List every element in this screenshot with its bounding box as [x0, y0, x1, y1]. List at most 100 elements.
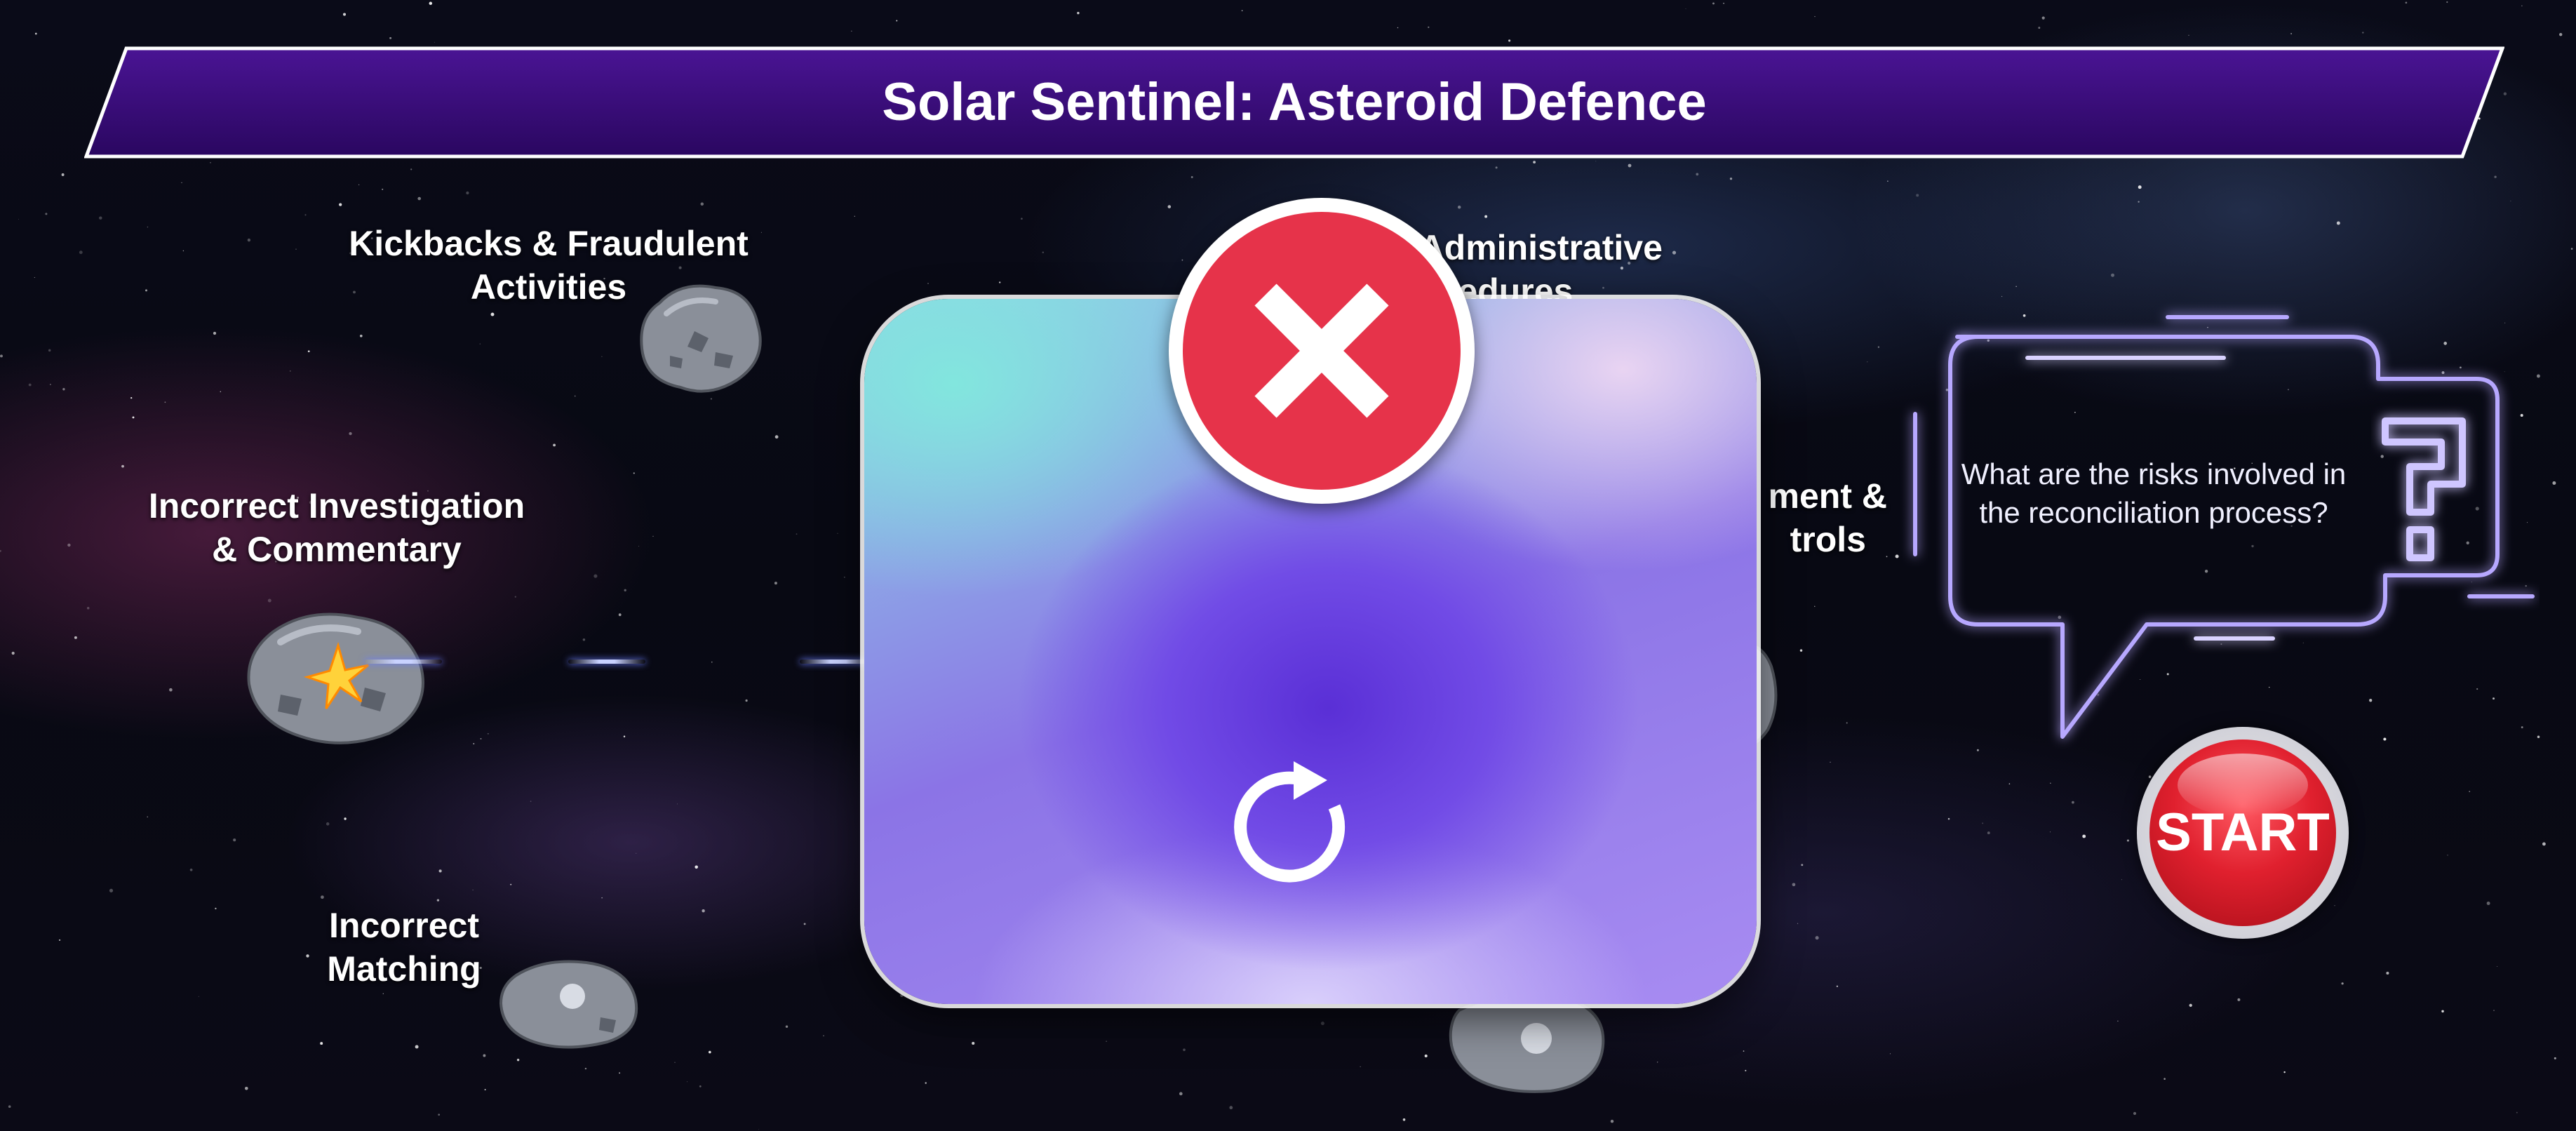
star	[342, 13, 347, 16]
star	[86, 607, 90, 610]
star	[181, 182, 182, 183]
close-button[interactable]	[1169, 198, 1475, 504]
star	[1484, 215, 1488, 218]
star	[584, 1067, 587, 1070]
star	[2542, 842, 2546, 846]
star	[1241, 10, 1243, 11]
star	[1743, 1050, 1745, 1052]
asteroid-hit-icon[interactable]	[239, 603, 435, 751]
star	[796, 533, 798, 535]
star	[490, 312, 495, 316]
star	[2290, 33, 2293, 34]
star	[2008, 783, 2011, 785]
star	[1533, 161, 1536, 164]
asteroid-icon[interactable]	[1445, 989, 1614, 1095]
star	[1712, 2, 1715, 5]
asteroid-label: Incorrect Investigation & Commentary	[126, 484, 547, 571]
asteroid-icon[interactable]	[495, 954, 643, 1050]
star	[2559, 33, 2563, 36]
question-mark-icon	[2382, 417, 2466, 561]
laser-bolt	[568, 660, 645, 664]
star	[1815, 936, 1819, 940]
star	[2072, 801, 2074, 804]
star	[774, 435, 779, 439]
star	[8, 1105, 11, 1108]
star	[438, 1113, 441, 1116]
star	[2516, 1111, 2518, 1113]
star	[2138, 185, 2142, 189]
star	[652, 535, 654, 537]
star	[854, 215, 855, 217]
star	[99, 216, 102, 220]
star	[1982, 822, 1984, 824]
star	[530, 801, 532, 802]
star	[487, 732, 489, 735]
star	[480, 737, 482, 740]
star	[132, 416, 135, 419]
star	[307, 350, 310, 353]
star	[999, 281, 1001, 283]
star	[699, 1085, 702, 1088]
star	[169, 688, 173, 692]
star	[851, 30, 852, 32]
star	[2041, 16, 2045, 20]
star	[2237, 998, 2241, 1001]
star	[1508, 39, 1511, 42]
retry-button[interactable]	[1229, 758, 1369, 898]
star	[1801, 864, 1804, 866]
star	[1696, 173, 1699, 176]
star	[1495, 166, 1498, 169]
star	[326, 822, 330, 826]
star	[1947, 817, 1950, 820]
star	[415, 1045, 419, 1049]
star	[514, 596, 516, 598]
star	[11, 651, 15, 655]
star	[2486, 902, 2490, 905]
star	[1397, 27, 1399, 29]
star	[244, 1086, 248, 1090]
star	[601, 356, 603, 357]
star	[785, 1025, 789, 1028]
asteroid-icon[interactable]	[631, 275, 772, 401]
star	[247, 239, 251, 242]
start-button-face: START	[2149, 740, 2336, 926]
star	[1167, 205, 1172, 208]
star	[925, 1082, 927, 1084]
star	[1877, 346, 1880, 348]
star	[1628, 163, 1632, 168]
star	[2441, 1010, 2444, 1013]
star	[1424, 1054, 1428, 1058]
star	[2050, 782, 2051, 784]
star	[1916, 194, 1919, 197]
start-button[interactable]: START	[2137, 727, 2349, 939]
star	[900, 993, 904, 998]
star	[2554, 1057, 2556, 1059]
star	[130, 396, 133, 399]
star	[927, 283, 929, 284]
game-title: Solar Sentinel: Asteroid Defence	[882, 72, 1707, 132]
star	[389, 36, 392, 39]
star	[2082, 834, 2086, 838]
star	[67, 543, 71, 547]
star	[438, 869, 442, 873]
star	[1723, 2, 1724, 4]
star	[2446, 1, 2448, 4]
star	[760, 232, 762, 233]
star	[1042, 251, 1045, 254]
star	[1889, 1053, 1891, 1055]
star	[220, 391, 222, 392]
star	[674, 1062, 676, 1063]
star	[436, 899, 440, 902]
star	[1402, 1118, 1406, 1121]
star	[320, 1042, 323, 1045]
star	[213, 331, 217, 335]
star	[189, 868, 193, 871]
star	[1610, 1119, 1614, 1123]
star	[59, 939, 61, 941]
star	[1792, 883, 1796, 887]
star	[1729, 178, 1733, 180]
star	[574, 395, 576, 397]
star	[145, 289, 147, 292]
star	[1428, 26, 1430, 28]
star	[2038, 27, 2041, 29]
